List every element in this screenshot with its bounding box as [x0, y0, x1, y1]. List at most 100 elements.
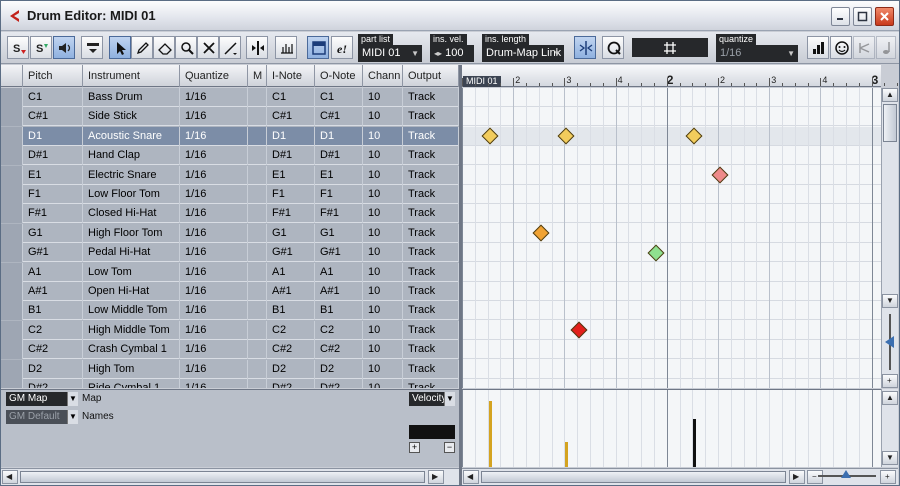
o-note-cell[interactable]: C#2	[315, 340, 363, 360]
i-note-cell[interactable]: D#2	[267, 379, 315, 388]
output-cell[interactable]: Track	[403, 243, 459, 263]
row-handle[interactable]	[1, 126, 23, 146]
horizontal-zoom-knob[interactable]	[841, 470, 851, 478]
pitch-cell[interactable]: B1	[23, 301, 83, 321]
velocity-controller-lane[interactable]	[462, 389, 881, 467]
names-select[interactable]: GM Default ▼	[6, 410, 78, 424]
i-note-cell[interactable]: C2	[267, 320, 315, 340]
row-handle[interactable]	[1, 301, 23, 321]
mute-cell[interactable]	[248, 88, 267, 107]
row-handle[interactable]	[1, 243, 23, 263]
grid-row[interactable]	[462, 107, 881, 127]
pitch-cell[interactable]: D#2	[23, 379, 83, 388]
table-row[interactable]: E1 Electric Snare 1/16 E1 E1 10 Track	[1, 165, 459, 185]
o-note-cell[interactable]: D2	[315, 359, 363, 379]
mute-cell[interactable]	[248, 359, 267, 379]
grid-row[interactable]	[462, 88, 881, 107]
quantize-cell[interactable]: 1/16	[180, 165, 248, 185]
pitch-cell[interactable]: C#2	[23, 340, 83, 360]
channel-cell[interactable]: 10	[363, 107, 403, 127]
instrument-cell[interactable]: Pedal Hi-Hat	[83, 243, 180, 263]
channel-cell[interactable]: 10	[363, 262, 403, 282]
grid-horizontal-thumb[interactable]	[481, 471, 786, 483]
grid-row[interactable]	[462, 301, 881, 321]
quantize-cell[interactable]: 1/16	[180, 262, 248, 282]
quantize-cell[interactable]: 1/16	[180, 320, 248, 340]
pitch-cell[interactable]: A1	[23, 262, 83, 282]
o-note-cell[interactable]: A1	[315, 262, 363, 282]
row-handle[interactable]	[1, 223, 23, 243]
remove-lane-button[interactable]: −	[444, 442, 455, 453]
output-cell[interactable]: Track	[403, 146, 459, 166]
mute-cell[interactable]	[248, 146, 267, 166]
controller-scroll-down-button[interactable]: ▼	[882, 451, 898, 465]
o-note-cell[interactable]: C#1	[315, 107, 363, 127]
table-row[interactable]: F#1 Closed Hi-Hat 1/16 F#1 F#1 10 Track	[1, 204, 459, 224]
quantize-cell[interactable]: 1/16	[180, 204, 248, 224]
show-controller-button[interactable]	[307, 36, 329, 59]
quantize-cell[interactable]: 1/16	[180, 185, 248, 204]
velocity-bar[interactable]	[565, 442, 569, 467]
grid-scroll-left-button[interactable]: ◀	[463, 470, 479, 484]
row-handle[interactable]	[1, 379, 23, 388]
solo-button[interactable]: S	[7, 36, 29, 59]
quantize-cell[interactable]: 1/16	[180, 88, 248, 107]
table-row[interactable]: G#1 Pedal Hi-Hat 1/16 G#1 G#1 10 Track	[1, 243, 459, 263]
output-cell[interactable]: Track	[403, 185, 459, 204]
instrument-cell[interactable]: Hand Clap	[83, 146, 180, 166]
snap-solo-button[interactable]: S	[30, 36, 52, 59]
instrument-cell[interactable]: Low Middle Tom	[83, 301, 180, 321]
table-row[interactable]: C2 High Middle Tom 1/16 C2 C2 10 Track	[1, 320, 459, 340]
vertical-scroll-thumb[interactable]	[883, 104, 897, 142]
quantize-cell[interactable]: 1/16	[180, 301, 248, 321]
i-note-cell[interactable]: G1	[267, 223, 315, 243]
grid-row[interactable]	[462, 379, 881, 388]
instrument-cell[interactable]: Electric Snare	[83, 165, 180, 185]
instrument-cell[interactable]: Low Floor Tom	[83, 185, 180, 204]
pitch-cell[interactable]: E1	[23, 165, 83, 185]
controller-scroll-up-button[interactable]: ▲	[882, 391, 898, 405]
o-note-cell[interactable]: F#1	[315, 204, 363, 224]
quantize-cell[interactable]: 1/16	[180, 359, 248, 379]
ins-length-select[interactable]: Drum-Map Link ▼	[482, 45, 564, 62]
zoom-out-horizontal-button[interactable]: −	[807, 470, 823, 484]
zoom-in-button[interactable]: +	[882, 374, 898, 388]
i-note-cell[interactable]: C1	[267, 88, 315, 107]
row-handle[interactable]	[1, 282, 23, 301]
table-row[interactable]: C#1 Side Stick 1/16 C#1 C#1 10 Track	[1, 107, 459, 127]
mute-tool[interactable]	[197, 36, 219, 59]
output-cell[interactable]: Track	[403, 126, 459, 146]
channel-cell[interactable]: 10	[363, 88, 403, 107]
o-note-cell[interactable]: D#1	[315, 146, 363, 166]
output-cell[interactable]: Track	[403, 379, 459, 388]
instrument-cell[interactable]: High Floor Tom	[83, 223, 180, 243]
instrument-cell[interactable]: Side Stick	[83, 107, 180, 127]
grid-row[interactable]	[462, 321, 881, 340]
add-lane-button[interactable]: +	[409, 442, 420, 453]
i-note-cell[interactable]: E1	[267, 165, 315, 185]
pitch-cell[interactable]: D2	[23, 359, 83, 379]
table-row[interactable]: F1 Low Floor Tom 1/16 F1 F1 10 Track	[1, 185, 459, 204]
zoom-slider-knob[interactable]	[885, 336, 894, 348]
row-handle[interactable]	[1, 88, 23, 107]
row-handle[interactable]	[1, 107, 23, 127]
mute-cell[interactable]	[248, 204, 267, 224]
table-row[interactable]: D#1 Hand Clap 1/16 D#1 D#1 10 Track	[1, 146, 459, 166]
output-cell[interactable]: Track	[403, 301, 459, 321]
channel-cell[interactable]: 10	[363, 204, 403, 224]
output-cell[interactable]: Track	[403, 223, 459, 243]
pitch-cell[interactable]: C2	[23, 320, 83, 340]
row-handle[interactable]	[1, 204, 23, 224]
header-mute[interactable]: M	[248, 65, 267, 87]
quantize-cell[interactable]: 1/16	[180, 107, 248, 127]
table-row[interactable]: G1 High Floor Tom 1/16 G1 G1 10 Track	[1, 223, 459, 243]
instrument-cell[interactable]: High Tom	[83, 359, 180, 379]
quantize-cell[interactable]: 1/16	[180, 223, 248, 243]
pitch-cell[interactable]: D#1	[23, 146, 83, 166]
channel-cell[interactable]: 10	[363, 379, 403, 388]
mute-cell[interactable]	[248, 107, 267, 127]
header-instrument[interactable]: Instrument	[83, 65, 180, 87]
channel-cell[interactable]: 10	[363, 359, 403, 379]
object-selection-tool[interactable]	[109, 36, 131, 59]
quantize-cell[interactable]: 1/16	[180, 146, 248, 166]
